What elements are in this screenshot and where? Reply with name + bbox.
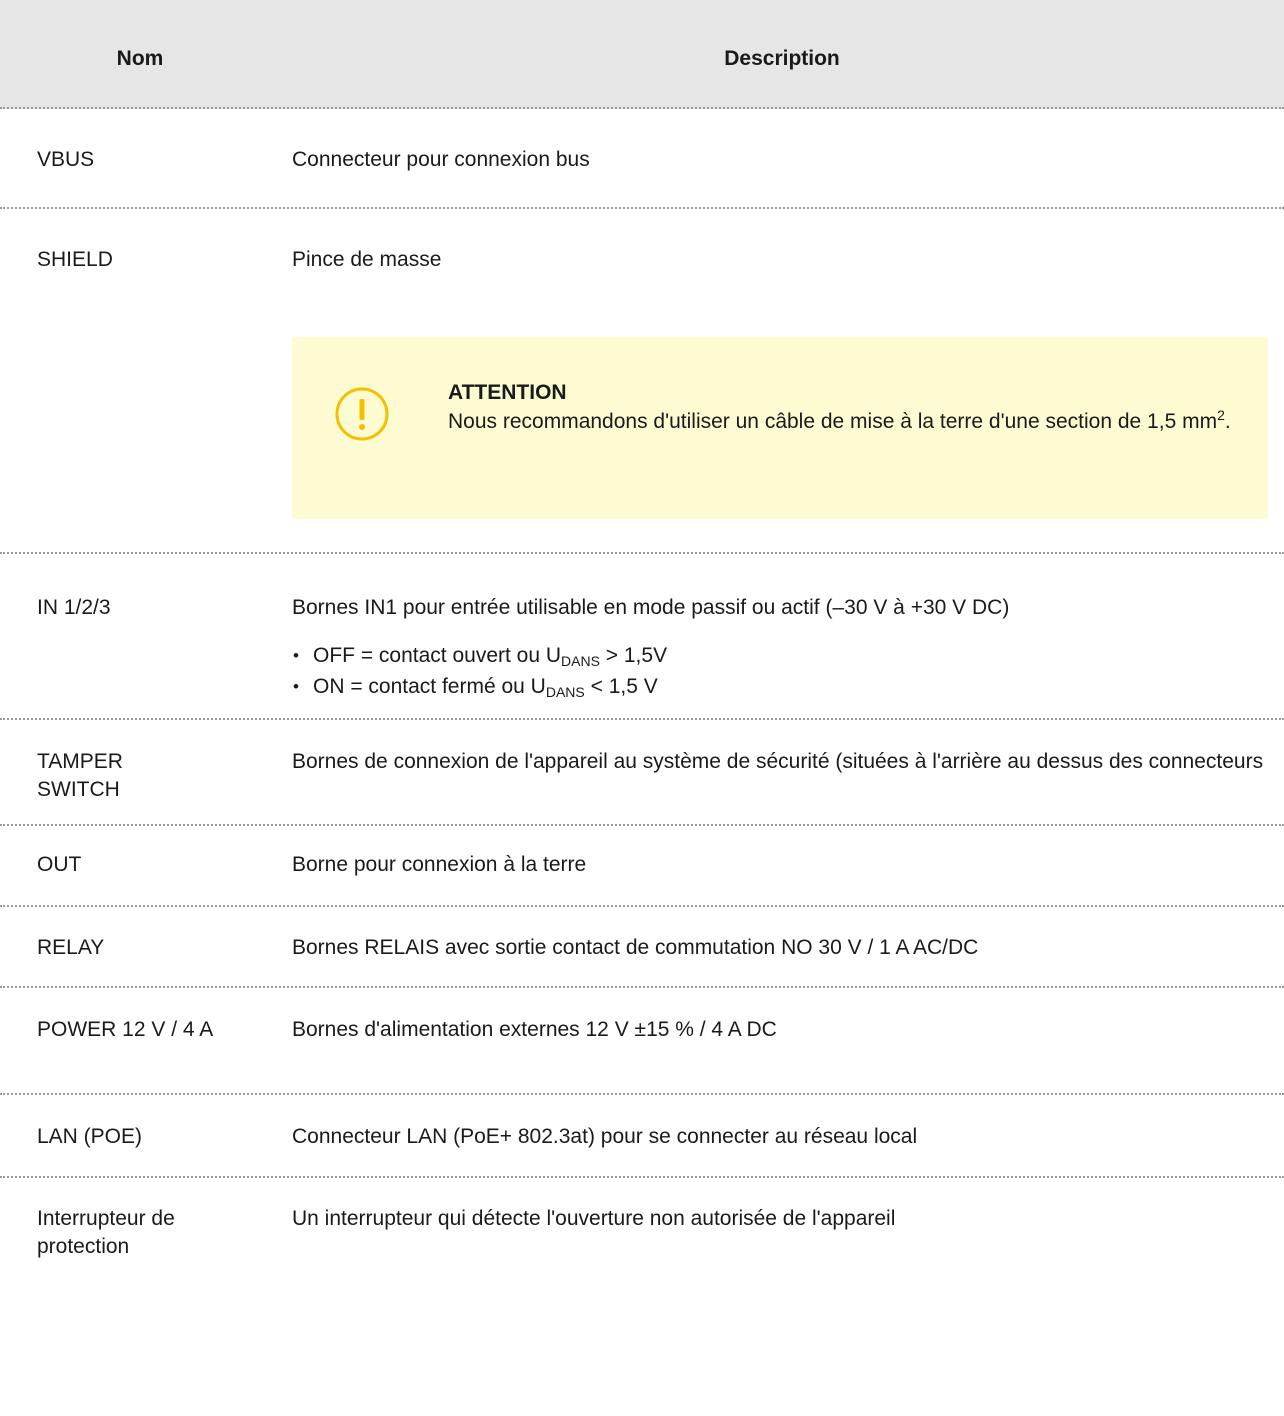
table-header: Nom Description: [0, 0, 1284, 109]
list-item: ON = contact fermé ou UDANS < 1,5 V: [292, 671, 667, 702]
row-description: Borne pour connexion à la terre: [292, 853, 587, 876]
table-row: SHIELD Pince de masse ATTENTION Nous rec…: [0, 209, 1284, 554]
table-row: POWER 12 V / 4 A Bornes d'alimentation e…: [0, 988, 1284, 1095]
bullet-list: OFF = contact ouvert ou UDANS > 1,5V ON …: [292, 640, 667, 702]
row-description: Connecteur LAN (PoE+ 802.3at) pour se co…: [292, 1125, 918, 1148]
row-description: Un interrupteur qui détecte l'ouverture …: [292, 1207, 896, 1230]
row-description: Connecteur pour connexion bus: [292, 148, 590, 171]
warning-notice: ATTENTION Nous recommandons d'utiliser u…: [292, 337, 1268, 519]
row-name: OUT: [37, 853, 82, 876]
table-row: Interrupteur de protection Un interrupte…: [0, 1178, 1284, 1288]
row-name: POWER 12 V / 4 A: [37, 1018, 214, 1041]
row-description: Bornes de connexion de l'appareil au sys…: [292, 750, 1264, 773]
row-description: Pince de masse: [292, 248, 442, 271]
row-name: SHIELD: [37, 248, 113, 271]
table-row: RELAY Bornes RELAIS avec sortie contact …: [0, 907, 1284, 988]
warning-circle-icon: [335, 387, 389, 441]
column-header-name: Nom: [116, 47, 164, 70]
list-item: OFF = contact ouvert ou UDANS > 1,5V: [292, 640, 667, 671]
table-row: IN 1/2/3 Bornes IN1 pour entrée utilisab…: [0, 554, 1284, 720]
row-name: IN 1/2/3: [37, 596, 111, 619]
row-name: VBUS: [37, 148, 95, 171]
row-description: Bornes d'alimentation externes 12 V ±15 …: [292, 1018, 777, 1041]
table-row: VBUS Connecteur pour connexion bus: [0, 109, 1284, 209]
row-name: LAN (POE): [37, 1125, 143, 1148]
row-name: Interrupteur de protection: [37, 1207, 175, 1258]
notice-title: ATTENTION: [448, 381, 567, 404]
column-header-description: Description: [724, 47, 840, 70]
table-row: TAMPER SWITCH Bornes de connexion de l'a…: [0, 720, 1284, 826]
row-name: RELAY: [37, 936, 105, 959]
notice-text: Nous recommandons d'utiliser un câble de…: [448, 407, 1231, 433]
row-description: Bornes IN1 pour entrée utilisable en mod…: [292, 596, 1010, 619]
connector-table: Nom Description VBUS Connecteur pour con…: [0, 0, 1284, 1288]
table-row: LAN (POE) Connecteur LAN (PoE+ 802.3at) …: [0, 1095, 1284, 1178]
row-name: TAMPER SWITCH: [37, 750, 123, 801]
row-description: Bornes RELAIS avec sortie contact de com…: [292, 936, 979, 959]
table-row: OUT Borne pour connexion à la terre: [0, 826, 1284, 907]
